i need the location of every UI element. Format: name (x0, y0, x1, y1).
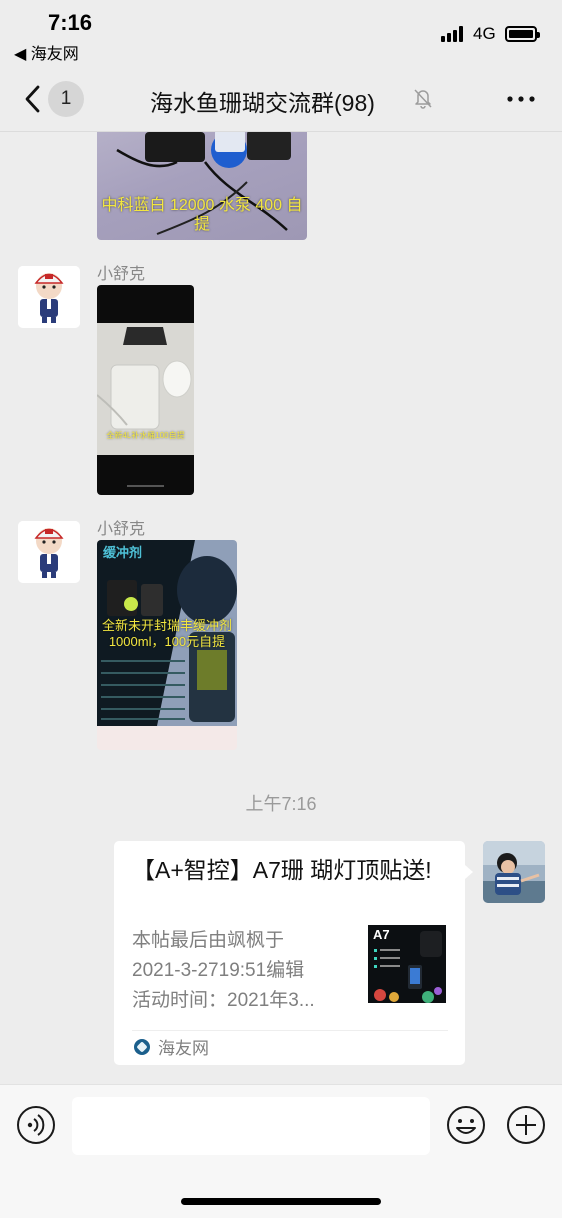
image-heading: 缓冲剂 (103, 545, 143, 560)
more-icon[interactable] (505, 86, 537, 112)
thumbnail-label: A7 (373, 927, 390, 942)
status-bar: 7:16 ◀ 海友网 4G (0, 0, 562, 66)
plus-icon[interactable] (506, 1105, 546, 1145)
my-avatar[interactable] (483, 841, 545, 903)
description-line: 活动时间：2021年3... (132, 990, 315, 1011)
image-caption: 全新未开封瑞丰缓冲剂1000ml，100元自提 (101, 618, 232, 649)
sailor-avatar-icon (18, 266, 80, 328)
avatar[interactable] (18, 521, 80, 583)
description-line: 2021-3-2719:51编辑 (132, 960, 305, 981)
link-card-title: 【A+智控】A7珊 瑚灯顶贴送! (132, 857, 432, 883)
link-card-description: 本帖最后由飒枫于 2021-3-2719:51编辑 活动时间：2021年3... (132, 926, 352, 1016)
source-logo-icon (134, 1038, 150, 1055)
avatar[interactable] (18, 266, 80, 328)
unread-count-badge[interactable]: 1 (48, 81, 84, 117)
message-list[interactable]: 中科蓝白 12000 水泵 400 自提 小舒克 全新4L补水桶100自提 小舒… (0, 132, 562, 1084)
home-indicator[interactable] (181, 1198, 381, 1205)
chat-title: 海水鱼珊瑚交流群(98) (150, 90, 375, 116)
image-caption: 全新4L补水桶100自提 (106, 431, 185, 440)
sailor-avatar-icon (18, 521, 80, 583)
status-time: 7:16 (48, 10, 93, 35)
image-caption: 中科蓝白 12000 水泵 400 自提 (101, 197, 303, 234)
back-to-app-link[interactable]: ◀ 海友网 (14, 40, 79, 64)
link-card-divider (132, 1030, 448, 1031)
sender-name: 小舒克 (97, 521, 146, 538)
mute-bell-icon (414, 89, 432, 109)
back-chevron-icon[interactable] (20, 82, 50, 116)
emoji-icon[interactable] (446, 1105, 486, 1145)
message-image[interactable]: 缓冲剂 全新未开封瑞丰缓冲剂1000ml，100元自提 (97, 540, 237, 750)
link-card-thumbnail: A7 (368, 925, 446, 1003)
description-line: 本帖最后由飒枫于 (132, 930, 285, 951)
message-input[interactable] (72, 1097, 430, 1155)
message-image[interactable]: 中科蓝白 12000 水泵 400 自提 (97, 132, 307, 240)
child-photo-avatar (483, 841, 545, 903)
link-card-source: 海友网 (134, 1034, 209, 1059)
link-card[interactable]: 【A+智控】A7珊 瑚灯顶贴送! 本帖最后由飒枫于 2021-3-2719:51… (114, 841, 473, 1065)
chat-header: 1 海水鱼珊瑚交流群(98) (0, 66, 562, 132)
signal-icon (441, 26, 467, 42)
water-bucket-photo (97, 323, 194, 487)
source-name: 海友网 (158, 1039, 209, 1058)
message-timestamp: 上午7:16 (245, 794, 317, 814)
battery-icon (505, 26, 540, 42)
voice-icon[interactable] (16, 1105, 56, 1145)
network-type: 4G (473, 24, 496, 43)
sender-name: 小舒克 (97, 266, 146, 283)
message-image[interactable]: 全新4L补水桶100自提 (97, 285, 194, 495)
